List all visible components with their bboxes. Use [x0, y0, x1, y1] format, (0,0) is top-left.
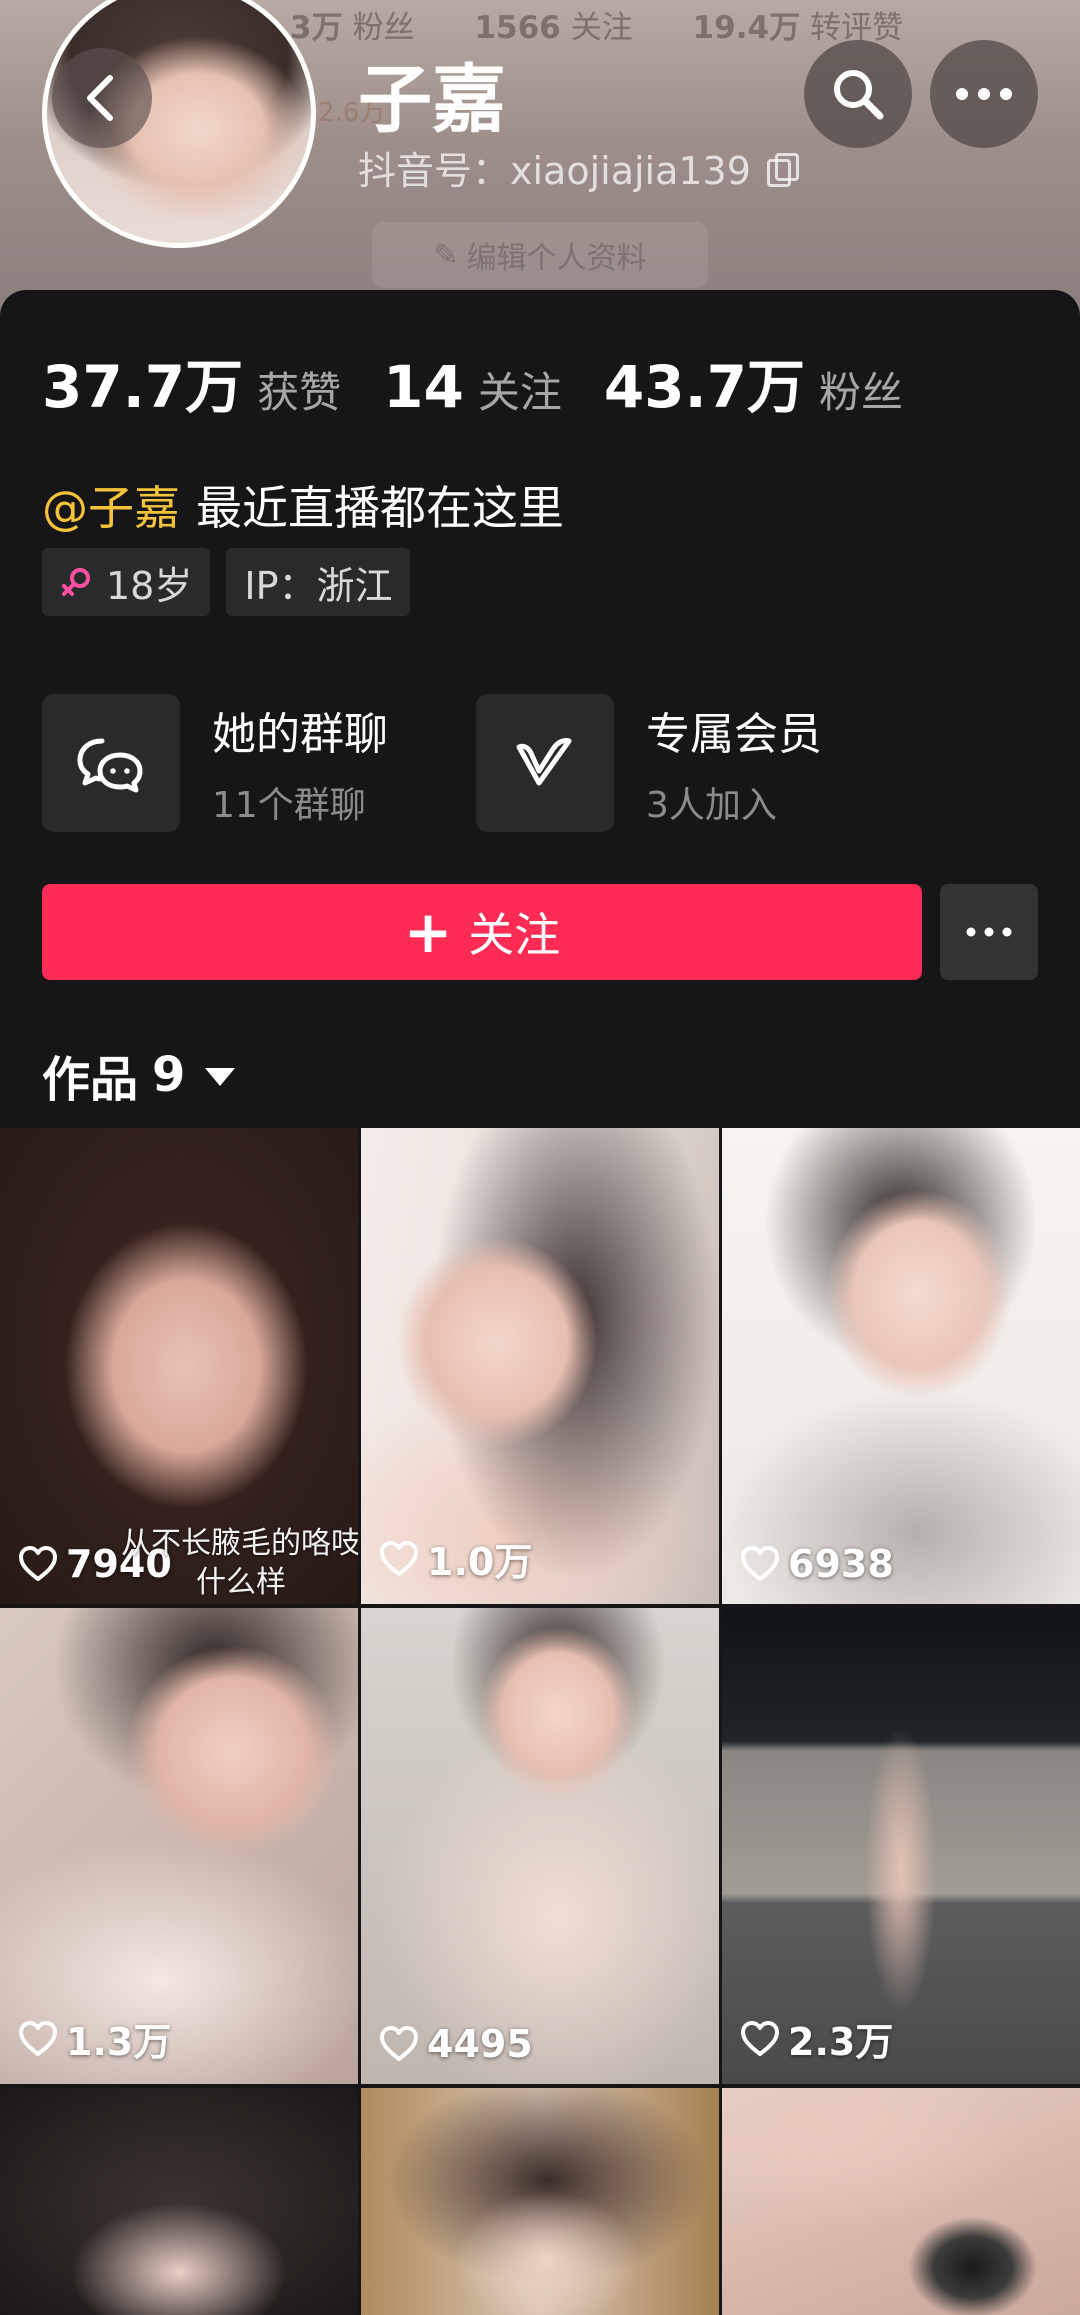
bio: @子嘉 最近直播都在这里	[42, 472, 564, 538]
works-label: 作品	[42, 1052, 139, 1108]
chevron-left-icon	[87, 75, 113, 121]
back-button[interactable]	[52, 48, 152, 148]
video-tile[interactable]: 4495	[361, 1608, 719, 2084]
video-tile[interactable]: 7940 从不长腋毛的咯吱 什么样	[0, 1128, 358, 1604]
video-tile[interactable]: 1.3万	[0, 1608, 358, 2084]
profile-card: 37.7万 获赞 14 关注 43.7万 粉丝 @子嘉 最近直播都在这里 18岁 IP：…	[0, 290, 1080, 1130]
tag-ip-location: IP：浙江	[226, 548, 411, 616]
caret-down-icon	[205, 1068, 236, 1086]
female-icon	[62, 568, 90, 596]
tile-likes: 1.3万	[18, 2011, 171, 2066]
feature-vip-membership[interactable]: 专属会员 3人加入	[476, 694, 822, 832]
heart-icon	[19, 1546, 57, 1581]
video-tile[interactable]: 6938	[722, 1128, 1080, 1604]
follow-label: 关注	[468, 908, 561, 962]
tile-likes: 6938	[740, 1542, 894, 1586]
heart-icon	[741, 2020, 779, 2056]
stat-following[interactable]: 14 关注	[383, 353, 562, 421]
heart-icon	[741, 1546, 779, 1581]
video-grid: 7940 从不长腋毛的咯吱 什么样 1.0万 6938 1.3万 4495 2.…	[0, 1128, 1080, 2315]
video-tile[interactable]: 2.3万	[722, 1608, 1080, 2084]
feature-vip-sub: 3人加入	[646, 785, 777, 826]
tile-likes: 2.3万	[740, 2011, 893, 2066]
pencil-icon: ✎	[433, 237, 459, 273]
feature-group-chat-title: 她的群聊	[212, 709, 388, 760]
tile-likes: 4495	[379, 2022, 533, 2066]
bio-mention-link[interactable]: @子嘉	[42, 481, 180, 535]
heart-icon	[19, 2020, 57, 2056]
backdrop-edit-profile: ✎ 编辑个人资料	[372, 222, 708, 288]
group-chat-icon-box	[42, 694, 180, 832]
more-dots-icon	[966, 927, 1012, 937]
heart-icon	[380, 1540, 418, 1576]
video-tile[interactable]	[722, 2088, 1080, 2315]
feature-group-chat-sub: 11个群聊	[212, 785, 366, 826]
tile-caption: 从不长腋毛的咯吱 什么样	[121, 1526, 358, 1600]
vip-v-icon	[516, 738, 572, 786]
heart-icon	[380, 2026, 418, 2061]
works-count: 9	[152, 1047, 186, 1103]
tag-age: 18岁	[42, 548, 211, 616]
plus-icon: +	[403, 898, 453, 966]
douyin-id[interactable]: 抖音号：xiaojiajia139	[358, 140, 799, 195]
more-dots-icon	[956, 88, 1012, 100]
profile-name: 子嘉	[358, 57, 506, 143]
follow-more-button[interactable]	[940, 884, 1038, 980]
more-options-button[interactable]	[930, 40, 1038, 148]
search-button[interactable]	[804, 40, 912, 148]
stat-likes[interactable]: 37.7万 获赞	[42, 340, 341, 424]
stat-followers[interactable]: 43.7万 粉丝	[604, 340, 903, 424]
bio-text: 最近直播都在这里	[196, 481, 564, 535]
search-icon	[834, 70, 884, 120]
group-chat-icon	[77, 738, 143, 793]
tile-likes: 1.0万	[379, 1531, 532, 1586]
works-tab[interactable]: 作品 9	[42, 1040, 236, 1110]
video-tile[interactable]	[361, 2088, 719, 2315]
feature-vip-title: 专属会员	[646, 709, 822, 760]
follow-button[interactable]: + 关注	[42, 884, 922, 980]
profile-tags: 18岁 IP：浙江	[42, 548, 411, 616]
feature-group-chat[interactable]: 她的群聊 11个群聊	[42, 694, 388, 832]
copy-icon[interactable]	[765, 152, 799, 187]
vip-icon-box	[476, 694, 614, 832]
profile-stats: 37.7万 获赞 14 关注 43.7万 粉丝	[42, 340, 945, 424]
video-tile[interactable]	[0, 2088, 358, 2315]
video-tile[interactable]: 1.0万	[361, 1128, 719, 1604]
